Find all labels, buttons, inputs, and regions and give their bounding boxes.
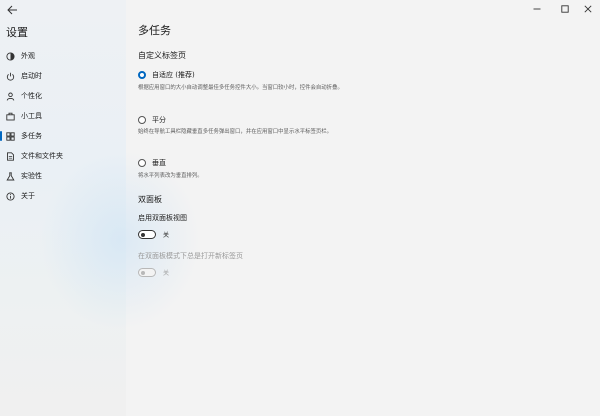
sidebar-item-files-folders[interactable]: 文件和文件夹 <box>0 146 126 166</box>
info-icon <box>6 191 15 201</box>
sidebar-item-label: 启动时 <box>21 72 42 80</box>
new-tab-toggle <box>138 268 156 277</box>
toggle-state-label: 关 <box>163 232 170 239</box>
radio-horizontal[interactable]: 平分 <box>138 115 166 125</box>
new-tab-toggle-row: 关 <box>138 268 169 277</box>
sidebar-item-label: 个性化 <box>21 92 42 100</box>
page-title: 多任务 <box>138 24 171 37</box>
radio-vertical[interactable]: 垂直 <box>138 158 166 168</box>
sidebar-item-label: 小工具 <box>21 112 42 120</box>
radio-button-checked[interactable] <box>138 71 146 79</box>
new-tab-dual-pane-label: 在双面板模式下总是打开新标签页 <box>138 252 243 260</box>
radio-adaptive[interactable]: 自适应 (推荐) <box>138 70 195 80</box>
section-title-dual-pane: 双面板 <box>138 195 162 204</box>
sidebar-item-label: 外观 <box>21 52 35 60</box>
sidebar-item-label: 多任务 <box>21 132 42 140</box>
radio-button[interactable] <box>138 116 146 124</box>
tools-icon <box>6 112 15 121</box>
dual-pane-toggle-row: 关 <box>138 230 169 239</box>
sidebar-item-label: 关于 <box>21 192 35 200</box>
sidebar-item-label: 文件和文件夹 <box>21 152 63 160</box>
radio-label: 垂直 <box>152 159 166 167</box>
sidebar-item-about[interactable]: 关于 <box>0 186 126 206</box>
app-title: 设置 <box>6 26 28 39</box>
sidebar-item-personalization[interactable]: 个性化 <box>0 86 126 106</box>
power-icon <box>6 72 15 81</box>
person-icon <box>6 92 15 101</box>
multitask-icon <box>6 131 15 141</box>
settings-window: 设置 外观 启动时 个性化 小工具 多任务 文件和文件夹 实验性 关于 多任务 … <box>0 0 600 416</box>
sidebar-nav: 外观 启动时 个性化 小工具 多任务 文件和文件夹 实验性 关于 <box>0 46 126 206</box>
sidebar-item-multitasking[interactable]: 多任务 <box>0 126 126 146</box>
file-icon <box>6 151 15 161</box>
sidebar-item-label: 实验性 <box>21 172 42 180</box>
sidebar-item-widgets[interactable]: 小工具 <box>0 106 126 126</box>
sidebar-item-appearance[interactable]: 外观 <box>0 46 126 66</box>
dual-pane-enable-label: 启用双面板视图 <box>138 214 187 222</box>
toggle-state-label: 关 <box>163 270 170 277</box>
toggle-knob <box>141 232 145 237</box>
radio-label: 平分 <box>152 116 166 124</box>
main-content: 多任务 自定义标签页 自适应 (推荐) 根据应用窗口的大小自动调整最佳多任务控件… <box>138 0 588 416</box>
appearance-icon <box>6 51 15 61</box>
section-title-tabs: 自定义标签页 <box>138 51 186 60</box>
option-description: 根据应用窗口的大小自动调整最佳多任务控件大小。当窗口较小时，控件会自动折叠。 <box>138 85 343 91</box>
sidebar-item-startup[interactable]: 启动时 <box>0 66 126 86</box>
experimental-icon <box>6 171 15 181</box>
sidebar-item-experimental[interactable]: 实验性 <box>0 166 126 186</box>
option-description: 将水平列表改为垂直排列。 <box>138 173 203 179</box>
radio-button[interactable] <box>138 159 146 167</box>
sidebar: 设置 外观 启动时 个性化 小工具 多任务 文件和文件夹 实验性 关于 <box>0 0 200 416</box>
toggle-knob <box>141 270 145 275</box>
dual-pane-toggle[interactable] <box>138 230 156 239</box>
radio-label: 自适应 (推荐) <box>152 71 195 79</box>
back-arrow-icon <box>6 5 17 15</box>
option-description: 始终在导航工具栏隐藏垂直多任务弹出窗口，并在应用窗口中显示水平标签页栏。 <box>138 129 333 135</box>
back-button[interactable] <box>6 4 18 16</box>
active-indicator <box>0 131 2 141</box>
